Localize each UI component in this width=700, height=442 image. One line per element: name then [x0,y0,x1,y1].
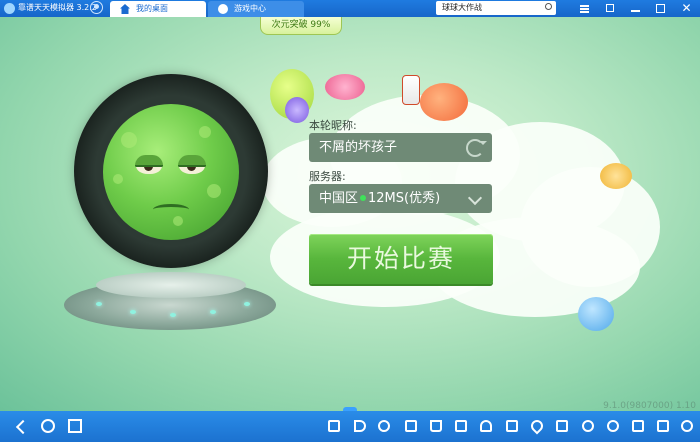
close-icon[interactable]: ✕ [680,2,693,15]
game-screen: 次元突破 99% 本轮昵称: 不屑的坏孩子 服务器: 中国区 12MS(优秀) 开… [0,17,700,411]
multi-window-icon[interactable] [656,419,670,433]
tab-game-center[interactable]: 游戏中心 [208,1,304,17]
back-icon[interactable] [15,419,31,435]
title-bar: 靠谱天天模拟器 3.2.2 我的桌面 游戏中心 球球大作战 ✕ [0,0,700,17]
search-input[interactable]: 球球大作战 [436,1,556,15]
tab-label: 游戏中心 [234,4,266,13]
chevron-down-icon[interactable] [467,190,483,206]
menu-icon[interactable] [578,2,591,15]
yellow-fish-icon [600,163,632,189]
version-text: 9.1.0(9807000) 1.10 [603,401,696,411]
game-center-icon [218,4,228,14]
app-logo-icon [4,3,15,14]
share-icon[interactable] [581,419,595,433]
search-value: 球球大作战 [442,3,482,12]
nickname-value: 不屑的坏孩子 [319,140,398,155]
purple-monster-icon [285,97,309,123]
more-icon[interactable] [680,419,694,433]
camera-icon[interactable] [555,419,569,433]
trash-icon[interactable] [429,419,443,433]
minimize-icon[interactable] [629,2,642,15]
volume-down-icon[interactable] [353,419,367,433]
settings-icon[interactable] [606,419,620,433]
orange-fish-icon [420,83,468,121]
progress-badge: 次元突破 99% [260,17,342,35]
tab-label: 我的桌面 [136,4,168,13]
user-account-icon[interactable] [90,1,103,14]
screen-toggle-icon[interactable] [327,419,341,433]
touch-icon[interactable] [479,419,493,433]
nickname-label: 本轮昵称: [309,119,357,132]
folder-icon[interactable] [404,419,418,433]
home-icon[interactable] [41,419,55,433]
location-icon[interactable] [528,417,546,435]
app-title: 靠谱天天模拟器 3.2.2 [18,3,97,12]
recent-apps-icon[interactable] [68,419,82,433]
server-select[interactable]: 中国区 12MS(优秀) [309,184,492,213]
nickname-field[interactable]: 不屑的坏孩子 [309,133,492,162]
refresh-icon[interactable] [466,139,487,157]
bottle-icon [402,75,420,105]
tab-my-desktop[interactable]: 我的桌面 [110,1,206,17]
maximize-icon[interactable] [654,2,667,15]
fullscreen-icon[interactable] [631,419,645,433]
status-dot-icon [360,195,367,201]
server-label: 服务器: [309,170,346,183]
avatar[interactable] [103,104,239,240]
pink-crab-icon [325,74,365,100]
screenshot-icon[interactable] [454,419,468,433]
start-match-button[interactable]: 开始比赛 [309,234,493,284]
home-icon [120,4,130,14]
apk-install-icon[interactable] [505,419,519,433]
search-icon[interactable] [545,3,552,10]
server-region: 中国区 [319,191,359,206]
gamepad-icon[interactable] [377,419,391,433]
ufo-platform-top [96,272,246,298]
restore-icon[interactable] [604,2,617,15]
bottom-toolbar [0,411,700,442]
server-status: 12MS(优秀) [368,191,441,206]
blue-bird-icon [578,297,614,331]
